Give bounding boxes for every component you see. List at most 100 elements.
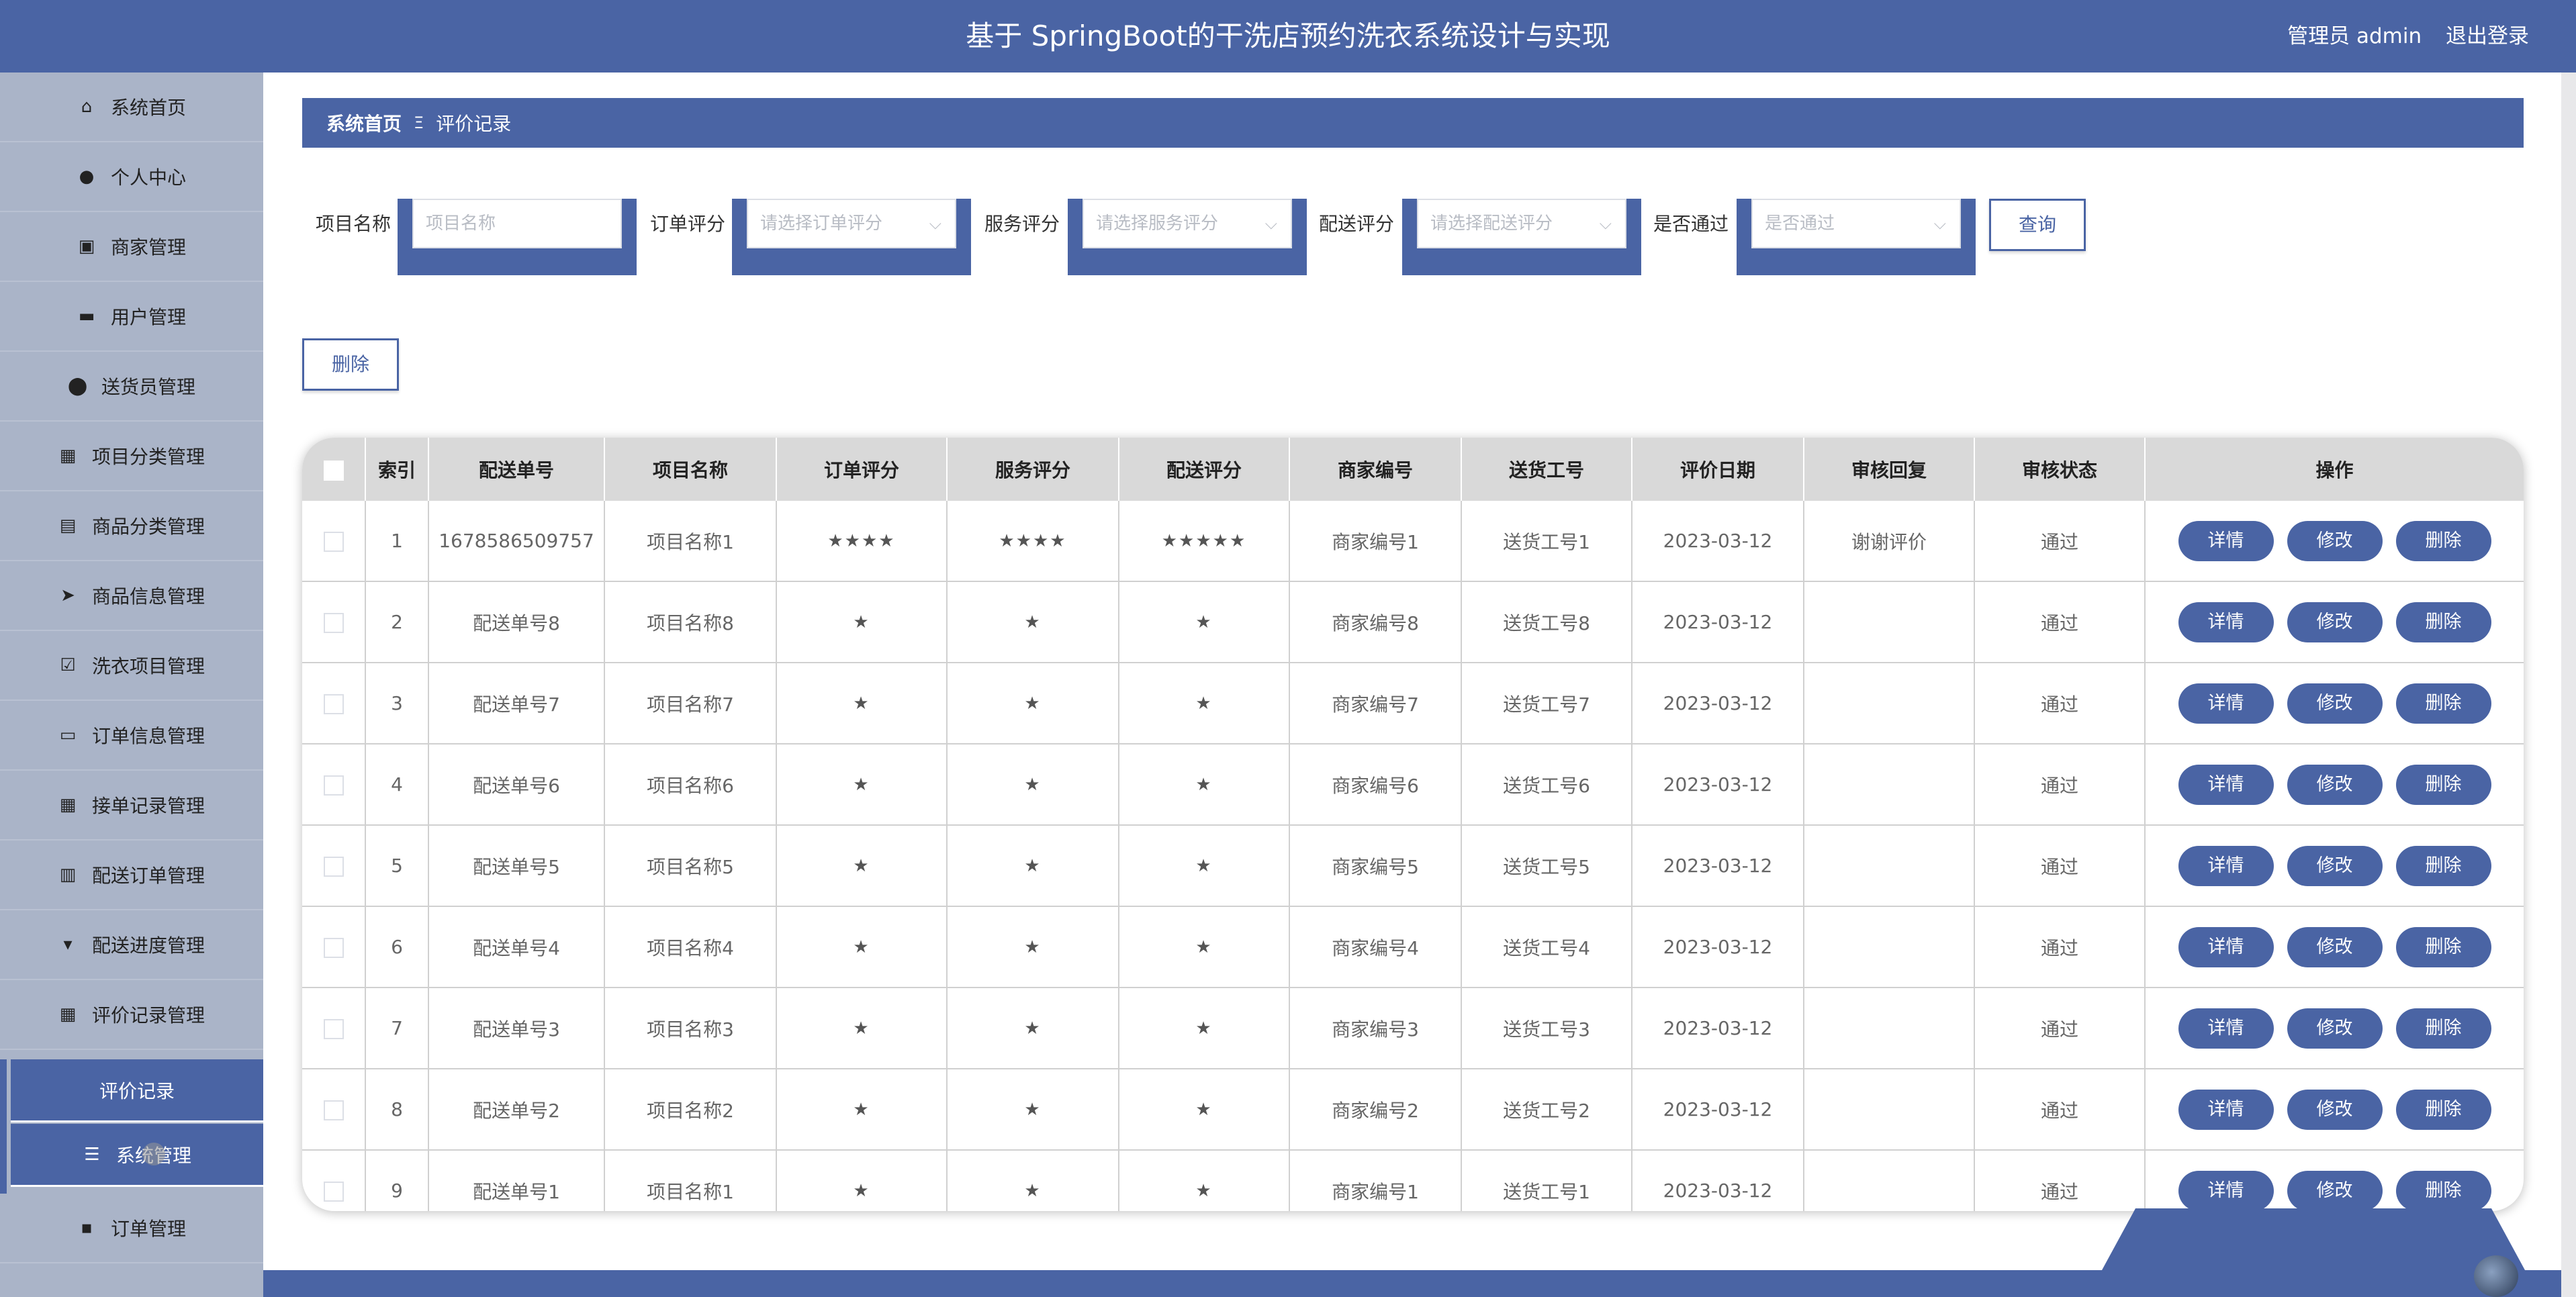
edit-button[interactable]: 修改	[2287, 845, 2383, 886]
sidebar-item-12[interactable]: ▥ 配送订单管理	[0, 840, 263, 910]
table-cell: 2	[365, 581, 429, 663]
sidebar-item-label: 订单管理	[110, 1218, 186, 1240]
detail-button[interactable]: 详情	[2178, 764, 2274, 805]
breadcrumb-home[interactable]: 系统首页	[326, 109, 402, 136]
table-cell: 商家编号7	[1289, 663, 1462, 744]
edit-button[interactable]: 修改	[2287, 1170, 2383, 1211]
delete-button[interactable]: 删除	[2395, 1008, 2491, 1049]
detail-button[interactable]: 详情	[2178, 845, 2274, 886]
detail-button[interactable]: 详情	[2178, 1089, 2274, 1130]
page-scrollbar[interactable]	[2561, 73, 2576, 1297]
grid-icon: ▦	[59, 795, 77, 815]
table-cell: 项目名称3	[604, 988, 777, 1069]
floating-avatar[interactable]	[2474, 1255, 2518, 1297]
sidebar-item-3[interactable]: ▣ 商家管理	[0, 212, 263, 282]
delete-button[interactable]: 删除	[2395, 683, 2491, 724]
sidebar-item-16[interactable]: ☰系统管理	[11, 1124, 263, 1187]
passed-select[interactable]: 是否通过 ⌵	[1751, 199, 1961, 248]
select-all-checkbox[interactable]	[323, 460, 344, 481]
query-button[interactable]: 查询	[1989, 199, 2086, 251]
table-cell: 配送单号3	[428, 988, 605, 1069]
delete-button[interactable]: 删除	[2395, 926, 2491, 967]
row-select-cell	[302, 906, 366, 988]
sidebar-item-10[interactable]: ▭ 订单信息管理	[0, 701, 263, 771]
table-cell: 项目名称6	[604, 744, 777, 826]
row-checkbox[interactable]	[323, 613, 344, 633]
grid-icon: ▦	[59, 1004, 77, 1024]
delete-button[interactable]: 删除	[2395, 1170, 2491, 1211]
table-cell: 通过	[1974, 1150, 2146, 1211]
edit-button[interactable]: 修改	[2287, 764, 2383, 805]
sidebar-item-label: 洗衣项目管理	[91, 655, 205, 677]
sidebar-item-4[interactable]: ▬ 用户管理	[0, 282, 263, 352]
table-cell: 9	[365, 1150, 429, 1211]
sidebar-item-label: 系统首页	[110, 97, 186, 119]
column-header: 审核状态	[1974, 438, 2146, 501]
evaluation-table: 索引 配送单号 项目名称 订单评分 服务评分 配送评分 商家编号 送货工号 评价日期 审核回复 审核…	[302, 438, 2524, 1211]
edit-button[interactable]: 修改	[2287, 520, 2383, 561]
row-checkbox[interactable]	[323, 857, 344, 877]
send-icon: ➤	[60, 585, 75, 606]
column-header: 项目名称	[604, 438, 777, 501]
table-cell: 7	[365, 988, 429, 1069]
chart-icon: ▣	[78, 236, 95, 256]
sidebar-item-17[interactable]: ▪ 订单管理	[0, 1194, 263, 1263]
delete-button[interactable]: 删除	[2395, 1089, 2491, 1130]
table-cell: 送货工号2	[1461, 1069, 1632, 1151]
delivery-rating-select[interactable]: 请选择配送评分 ⌵	[1417, 199, 1626, 248]
delete-button[interactable]: 删除	[2395, 845, 2491, 886]
table-cell: 通过	[1974, 581, 2146, 663]
table-cell: 送货工号5	[1461, 825, 1632, 907]
table-cell: 项目名称5	[604, 825, 777, 907]
delete-button[interactable]: 删除	[2395, 602, 2491, 642]
sidebar-item-7[interactable]: ▤ 商品分类管理	[0, 491, 263, 561]
sidebar-item-11[interactable]: ▦ 接单记录管理	[0, 771, 263, 840]
user-area: 管理员 admin 退出登录	[2287, 20, 2529, 52]
sidebar-item-6[interactable]: ▦ 项目分类管理	[0, 422, 263, 491]
table-cell: 送货工号8	[1461, 581, 1632, 663]
delete-button[interactable]: 删除	[2395, 764, 2491, 805]
detail-button[interactable]: 详情	[2178, 683, 2274, 724]
home-icon: ⌂	[81, 97, 93, 117]
pin-icon: ⬤	[67, 376, 88, 396]
sidebar-item-5[interactable]: ⬤ 送货员管理	[0, 352, 263, 422]
service-rating-select[interactable]: 请选择服务评分 ⌵	[1083, 199, 1292, 248]
actions-cell: 详情 修改 删除	[2145, 906, 2524, 988]
edit-button[interactable]: 修改	[2287, 1089, 2383, 1130]
table-cell: 商家编号6	[1289, 744, 1462, 826]
detail-button[interactable]: 详情	[2178, 1008, 2274, 1049]
sidebar-item-9[interactable]: ☑ 洗衣项目管理	[0, 631, 263, 701]
edit-button[interactable]: 修改	[2287, 683, 2383, 724]
row-checkbox[interactable]	[323, 1019, 344, 1039]
sidebar-item-label: 订单信息管理	[91, 725, 205, 747]
sidebar-item-13[interactable]: ▾ 配送进度管理	[0, 910, 263, 980]
delete-button[interactable]: 删除	[2395, 520, 2491, 561]
grid-icon: ▦	[59, 446, 77, 466]
row-checkbox[interactable]	[323, 532, 344, 552]
sidebar-item-8[interactable]: ➤ 商品信息管理	[0, 561, 263, 631]
edit-button[interactable]: 修改	[2287, 602, 2383, 642]
edit-button[interactable]: 修改	[2287, 926, 2383, 967]
sidebar-item-1[interactable]: ⌂ 系统首页	[0, 73, 263, 142]
delete-selected-button[interactable]: 删除	[302, 338, 399, 391]
delivery-rating-label: 配送评分	[1319, 213, 1395, 235]
row-checkbox[interactable]	[323, 1100, 344, 1120]
row-checkbox[interactable]	[323, 938, 344, 958]
detail-button[interactable]: 详情	[2178, 602, 2274, 642]
sidebar-item-14[interactable]: ▦ 评价记录管理	[0, 980, 263, 1050]
edit-button[interactable]: 修改	[2287, 1008, 2383, 1049]
logout-link[interactable]: 退出登录	[2446, 24, 2529, 48]
table-cell: ★	[947, 744, 1119, 826]
detail-button[interactable]: 详情	[2178, 1170, 2274, 1211]
row-checkbox[interactable]	[323, 694, 344, 714]
order-rating-select[interactable]: 请选择订单评分 ⌵	[747, 199, 956, 248]
detail-button[interactable]: 详情	[2178, 520, 2274, 561]
row-checkbox[interactable]	[323, 775, 344, 796]
detail-button[interactable]: 详情	[2178, 926, 2274, 967]
table-cell: 项目名称2	[604, 1069, 777, 1151]
sidebar-item-2[interactable]: ● 个人中心	[0, 142, 263, 212]
project-name-input[interactable]: 项目名称	[412, 199, 622, 248]
row-checkbox[interactable]	[323, 1182, 344, 1202]
sidebar-item-15[interactable]: 评价记录	[11, 1059, 263, 1122]
table-cell: ★★★★	[776, 501, 948, 582]
